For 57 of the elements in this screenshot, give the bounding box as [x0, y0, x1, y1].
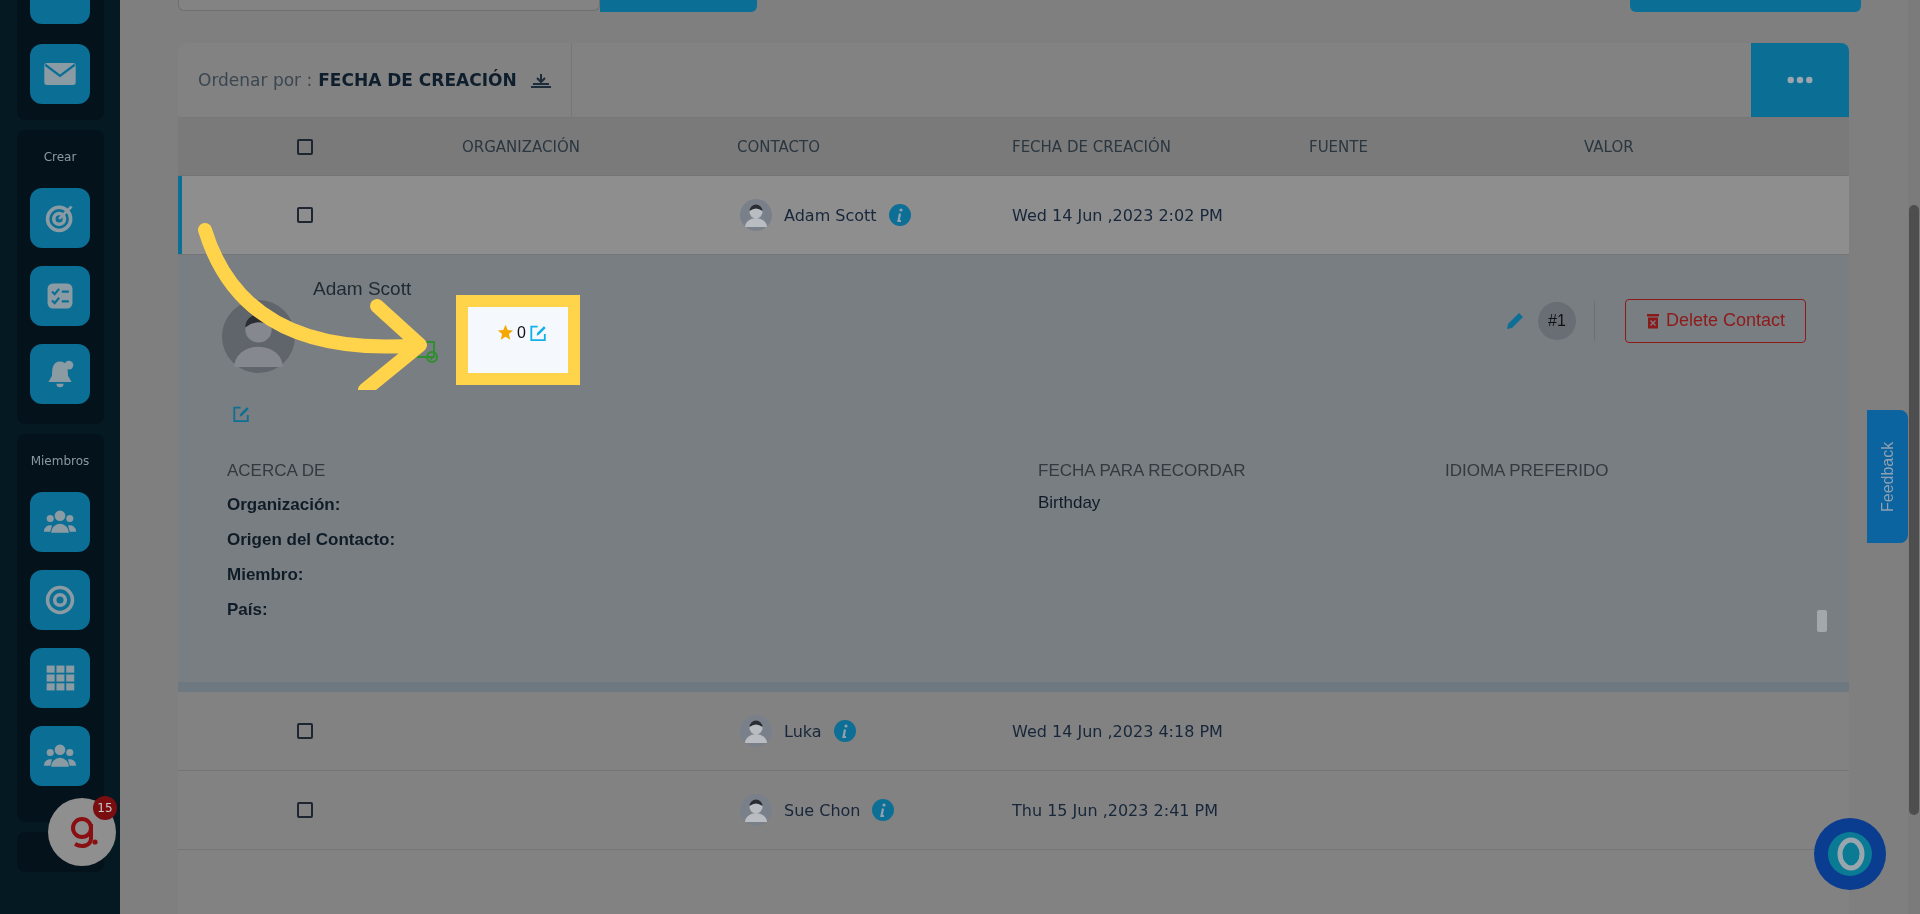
chat-button[interactable] — [1814, 818, 1886, 890]
field-label: Origen del Contacto: — [227, 529, 397, 551]
mail-icon[interactable] — [30, 44, 90, 104]
column-header[interactable]: FUENTE — [1309, 137, 1584, 156]
field-label: Miembro: — [227, 564, 305, 586]
row-checkbox[interactable] — [297, 207, 313, 223]
creation-date: Wed 14 Jun ,2023 4:18 PM — [1012, 721, 1224, 741]
column-header[interactable]: CONTACTO — [737, 137, 1012, 156]
column-header[interactable]: ORGANIZACIÓN — [462, 137, 737, 156]
star-icon[interactable] — [497, 324, 514, 341]
sort-label: Ordenar por : — [198, 70, 313, 90]
delete-contact-button[interactable]: Delete Contact — [1624, 298, 1806, 343]
rating-count: 0 — [517, 324, 526, 342]
ellipsis-icon[interactable] — [1787, 76, 1813, 84]
sort-value[interactable]: FECHA DE CREACIÓN — [318, 70, 517, 90]
scroll-handle[interactable] — [1817, 610, 1827, 632]
scrollbar-thumb[interactable] — [1909, 205, 1919, 815]
contact-name[interactable]: Luka — [784, 721, 822, 741]
column-header[interactable]: FECHA DE CREACIÓN — [1012, 137, 1309, 156]
row-checkbox[interactable] — [297, 802, 313, 818]
notification-badge: 15 — [93, 796, 117, 820]
field-label: Organización: — [227, 494, 342, 516]
row-checkbox[interactable] — [297, 723, 313, 739]
bell-icon[interactable] — [30, 344, 90, 404]
contact-name[interactable]: Sue Chon — [784, 800, 861, 820]
info-icon[interactable] — [872, 799, 895, 821]
section-heading: ACERCA DE — [227, 461, 327, 481]
checklist-icon[interactable] — [30, 266, 90, 326]
section-heading: FECHA PARA RECORDAR — [1038, 461, 1247, 481]
reminder-value: Birthday — [1038, 493, 1102, 513]
section-heading: IDIOMA PREFERIDO — [1445, 461, 1610, 481]
people-icon[interactable] — [30, 492, 90, 552]
rank-badge: #1 — [1537, 301, 1576, 340]
trash-icon — [1645, 312, 1660, 329]
grid-icon[interactable] — [30, 648, 90, 708]
sidebar-section-label: Crear — [43, 150, 77, 164]
creation-date: Thu 15 Jun ,2023 2:41 PM — [1012, 800, 1220, 820]
table-row[interactable]: Adam Scott Wed 14 Jun ,2023 2:02 PM — [178, 176, 1849, 255]
creation-date: Wed 14 Jun ,2023 2:02 PM — [1012, 205, 1224, 225]
target-icon[interactable] — [30, 188, 90, 248]
avatar — [740, 715, 772, 747]
info-icon[interactable] — [833, 720, 856, 742]
contact-name: Adam Scott — [313, 278, 412, 300]
feedback-tab[interactable]: Feedback — [1867, 410, 1908, 543]
avatar — [740, 794, 772, 826]
contact-name[interactable]: Adam Scott — [784, 205, 877, 225]
column-header[interactable]: VALOR — [1584, 137, 1849, 156]
select-all-checkbox[interactable] — [297, 138, 313, 155]
sidebar-section-label: Miembros — [30, 454, 90, 468]
ring-icon[interactable] — [30, 570, 90, 630]
edit-icon[interactable] — [528, 324, 548, 342]
avatar — [740, 199, 772, 231]
info-icon[interactable] — [888, 204, 911, 226]
sort-icon[interactable] — [530, 72, 551, 88]
calendar-check-icon[interactable] — [417, 339, 440, 364]
field-label: País: — [227, 599, 269, 621]
people-icon[interactable] — [30, 726, 90, 786]
